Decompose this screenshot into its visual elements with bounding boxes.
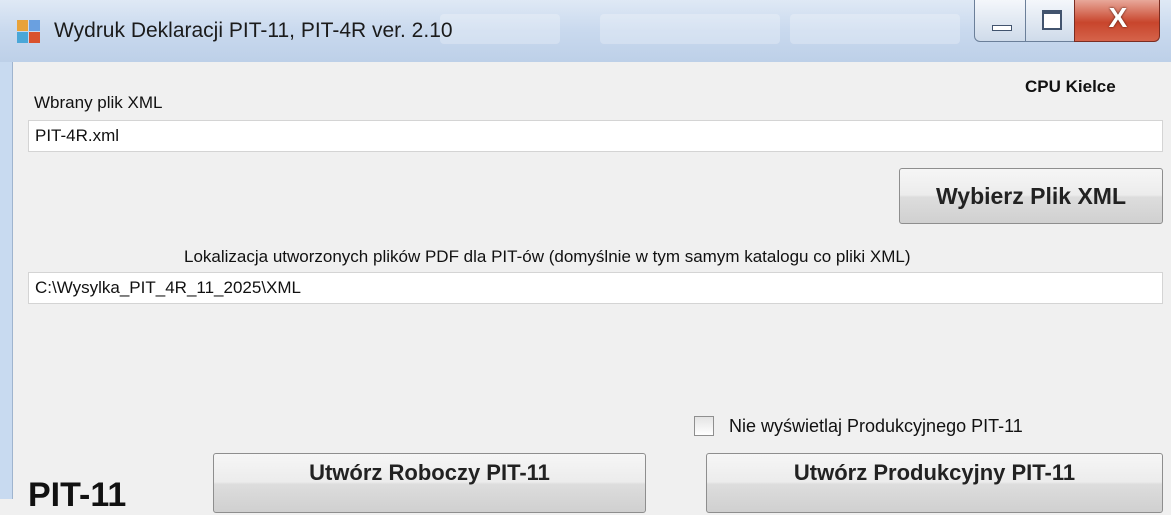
pdf-location-input[interactable]: C:\Wysylka_PIT_4R_11_2025\XML <box>28 272 1163 304</box>
app-window-icon <box>17 20 41 44</box>
title-bar[interactable]: Wydruk Deklaracji PIT-11, PIT-4R ver. 2.… <box>0 0 1171 62</box>
close-button[interactable]: X <box>1074 0 1160 42</box>
pdf-location-label: Lokalizacja utworzonych plików PDF dla P… <box>184 247 911 266</box>
background-blur <box>440 14 560 44</box>
window-left-border <box>0 62 13 499</box>
hide-production-label[interactable]: Nie wyświetlaj Produkcyjnego PIT-11 <box>729 416 1023 437</box>
choose-xml-button[interactable]: Wybierz Plik XML <box>899 168 1163 224</box>
close-icon: X <box>1108 2 1128 33</box>
background-blur <box>790 14 960 44</box>
hide-production-checkbox[interactable] <box>694 416 714 436</box>
maximize-button[interactable] <box>1025 0 1075 42</box>
org-label: CPU Kielce <box>1025 77 1116 96</box>
minimize-icon <box>992 25 1012 31</box>
xml-file-label: Wbrany plik XML <box>34 93 163 112</box>
window-title: Wydruk Deklaracji PIT-11, PIT-4R ver. 2.… <box>54 19 453 42</box>
pit11-section-label: PIT-11 <box>28 476 127 514</box>
create-production-pit11-button[interactable]: Utwórz Produkcyjny PIT-11 <box>706 453 1163 513</box>
xml-file-input[interactable]: PIT-4R.xml <box>28 120 1163 152</box>
maximize-icon <box>1042 10 1062 30</box>
background-blur <box>600 14 780 44</box>
minimize-button[interactable] <box>974 0 1026 42</box>
create-draft-pit11-button[interactable]: Utwórz Roboczy PIT-11 <box>213 453 646 513</box>
